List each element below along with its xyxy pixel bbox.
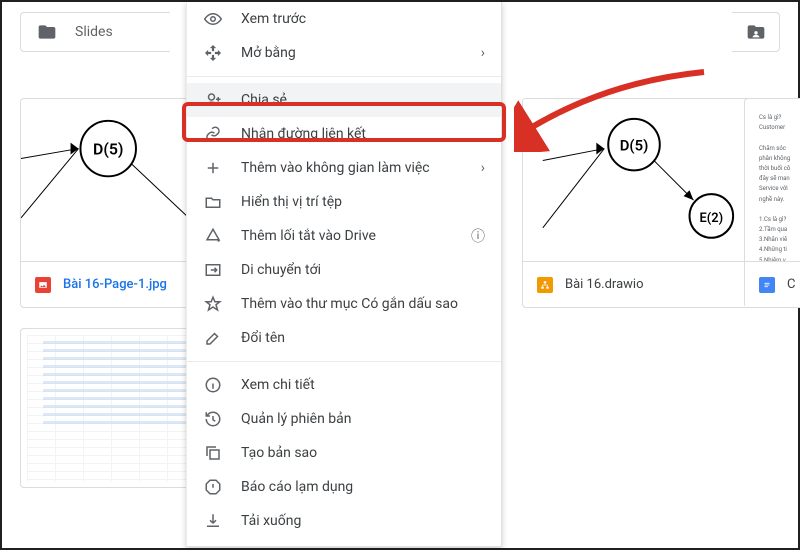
svg-text:E(2): E(2) [700, 211, 724, 226]
menu-item-copy[interactable]: Tạo bản sao [187, 436, 501, 470]
menu-item-show-location[interactable]: Hiển thị vị trí tệp [187, 185, 501, 219]
move-to-icon [203, 260, 223, 280]
menu-separator [187, 76, 501, 77]
plus-icon [203, 158, 223, 178]
file-name: Bài 16-Page-1.jpg [63, 277, 167, 292]
folder-label: Slides [75, 24, 113, 40]
menu-label: Mở bằng [241, 45, 296, 61]
folder-icon [37, 22, 57, 42]
menu-item-details[interactable]: Xem chi tiết [187, 368, 501, 402]
download-icon [203, 511, 223, 531]
menu-item-open-with[interactable]: Mở bằng › [187, 36, 501, 70]
menu-item-versions[interactable]: Quản lý phiên bản [187, 402, 501, 436]
help-icon[interactable]: ⓘ [471, 226, 485, 246]
menu-label: Xem trước [241, 11, 306, 27]
person-shared-icon [746, 22, 766, 42]
folder-chip-slides[interactable]: Slides [20, 12, 170, 52]
menu-label: Di chuyển tới [241, 262, 321, 278]
menu-item-report[interactable]: Báo cáo lạm dụng [187, 470, 501, 504]
drive-shortcut-icon [203, 226, 223, 246]
person-add-icon [203, 90, 223, 110]
star-icon [203, 294, 223, 314]
menu-item-add-star[interactable]: Thêm vào thư mục Có gắn dấu sao [187, 287, 501, 321]
file-card[interactable]: Cs là gì? Customer Chăm sóc phân không t… [744, 98, 800, 308]
file-name: Bài 16.drawio [565, 277, 644, 292]
menu-item-add-shortcut[interactable]: Thêm lối tắt vào Drive ⓘ [187, 219, 501, 253]
menu-item-rename[interactable]: Đổi tên [187, 321, 501, 355]
link-icon [203, 124, 223, 144]
folder-outline-icon [203, 192, 223, 212]
rename-icon [203, 328, 223, 348]
thumbnail-preview: D(5) E(2) [523, 99, 751, 261]
menu-label: Tải xuống [241, 513, 301, 529]
copy-icon [203, 443, 223, 463]
menu-item-preview[interactable]: Xem trước [187, 2, 501, 36]
menu-label: Thêm lối tắt vào Drive [241, 228, 376, 244]
chevron-right-icon: › [481, 45, 485, 61]
image-file-icon [35, 277, 51, 293]
menu-label: Xem chi tiết [241, 377, 315, 393]
menu-label: Nhận đường liên kết [241, 126, 366, 142]
menu-item-move-to[interactable]: Di chuyển tới [187, 253, 501, 287]
menu-item-share[interactable]: Chia sẻ [187, 83, 501, 117]
file-caption: C [745, 261, 800, 307]
docs-file-icon [759, 277, 775, 293]
menu-label: Thêm vào không gian làm việc [241, 160, 430, 176]
file-card[interactable]: D(5) E(2) Bài 16.drawio [522, 98, 752, 308]
info-icon [203, 375, 223, 395]
file-caption: Bài 16.drawio [523, 261, 751, 307]
history-icon [203, 409, 223, 429]
menu-label: Hiển thị vị trí tệp [241, 194, 342, 210]
file-name: C [787, 277, 795, 292]
menu-label: Quản lý phiên bản [241, 411, 351, 427]
menu-item-add-workspace[interactable]: Thêm vào không gian làm việc › [187, 151, 501, 185]
eye-icon [203, 9, 223, 29]
node-d-text: D(5) [93, 140, 123, 159]
menu-label: Báo cáo lạm dụng [241, 479, 353, 495]
menu-label: Đổi tên [241, 330, 285, 346]
menu-label: Thêm vào thư mục Có gắn dấu sao [241, 296, 458, 312]
menu-label: Chia sẻ [241, 92, 287, 108]
menu-label: Tạo bản sao [241, 445, 317, 461]
report-icon [203, 477, 223, 497]
menu-item-download[interactable]: Tải xuống [187, 504, 501, 538]
menu-separator [187, 361, 501, 362]
open-with-icon [203, 43, 223, 63]
menu-item-get-link[interactable]: Nhận đường liên kết [187, 117, 501, 151]
svg-text:D(5): D(5) [620, 137, 649, 155]
drawio-file-icon [537, 277, 553, 293]
context-menu: Xem trước Mở bằng › Chia sẻ Nhận đường l… [186, 2, 502, 547]
chevron-right-icon: › [481, 160, 485, 176]
shared-folder-chip[interactable] [732, 12, 780, 52]
